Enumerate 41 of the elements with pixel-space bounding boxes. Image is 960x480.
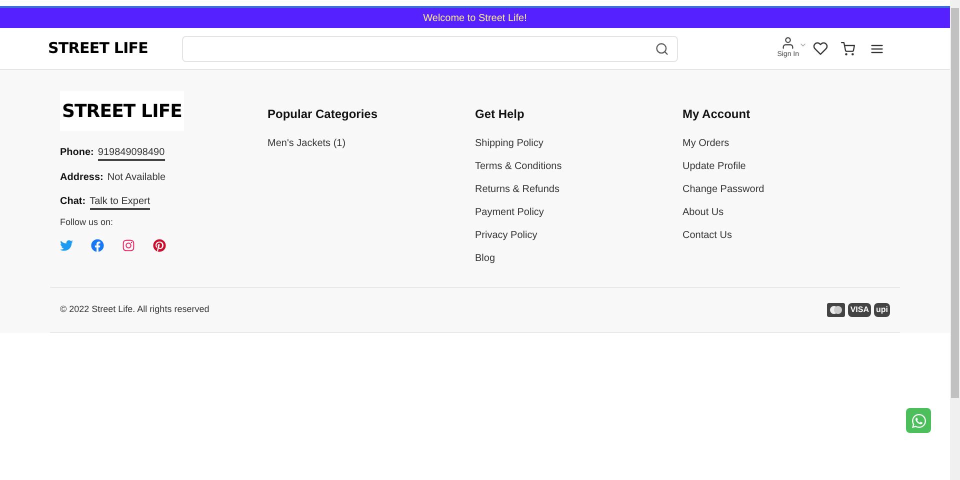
contact-value: Not Available <box>107 171 166 185</box>
footer-link[interactable]: Contact Us <box>682 229 890 243</box>
footer-link[interactable]: Men's Jackets (1) <box>268 137 475 151</box>
footer-link[interactable]: Update Profile <box>682 160 890 174</box>
logo[interactable]: STREET LIFE <box>48 37 182 60</box>
contact-link[interactable]: 919849098490 <box>98 146 165 161</box>
welcome-banner: Welcome to Street Life! <box>0 6 950 28</box>
contact-label: Address: <box>60 171 104 185</box>
footer-link[interactable]: Privacy Policy <box>475 229 682 243</box>
footer-logo: STREET LIFE <box>60 91 184 131</box>
footer-link[interactable]: Shipping Policy <box>475 137 682 151</box>
footer-link[interactable]: Payment Policy <box>475 206 682 220</box>
mastercard-icon <box>827 303 846 317</box>
footer-link[interactable]: Blog <box>475 252 682 266</box>
follow-label: Follow us on: <box>60 216 114 229</box>
column-heading: My Account <box>682 106 752 123</box>
contact-link[interactable]: Talk to Expert <box>90 195 150 210</box>
search-icon[interactable] <box>655 42 669 56</box>
pinterest-icon[interactable] <box>153 238 166 252</box>
payment-badge: upi <box>874 303 890 317</box>
search-field[interactable] <box>182 36 678 62</box>
footer-link[interactable]: Returns & Refunds <box>475 183 682 197</box>
heart-icon[interactable] <box>813 41 828 56</box>
scrollbar[interactable] <box>950 0 960 480</box>
column-heading: Get Help <box>475 106 526 123</box>
column-heading: Popular Categories <box>268 106 379 123</box>
footer-link[interactable]: Terms & Conditions <box>475 160 682 174</box>
copyright-text: © 2022 Street Life. All rights reserved <box>60 303 210 316</box>
cart-icon[interactable] <box>841 42 855 56</box>
contact-label: Phone: <box>60 146 94 160</box>
facebook-icon[interactable] <box>91 238 104 252</box>
user-icon <box>781 36 796 50</box>
payment-badge: VISA <box>848 303 871 317</box>
footer-link[interactable]: Change Password <box>682 183 890 197</box>
footer-link[interactable]: My Orders <box>682 137 890 151</box>
instagram-icon[interactable] <box>122 238 135 252</box>
whatsapp-button[interactable] <box>906 408 931 433</box>
whatsapp-icon <box>910 412 926 428</box>
contact-label: Chat: <box>60 195 86 209</box>
footer-link[interactable]: About Us <box>682 206 890 220</box>
twitter-icon[interactable] <box>60 238 73 252</box>
